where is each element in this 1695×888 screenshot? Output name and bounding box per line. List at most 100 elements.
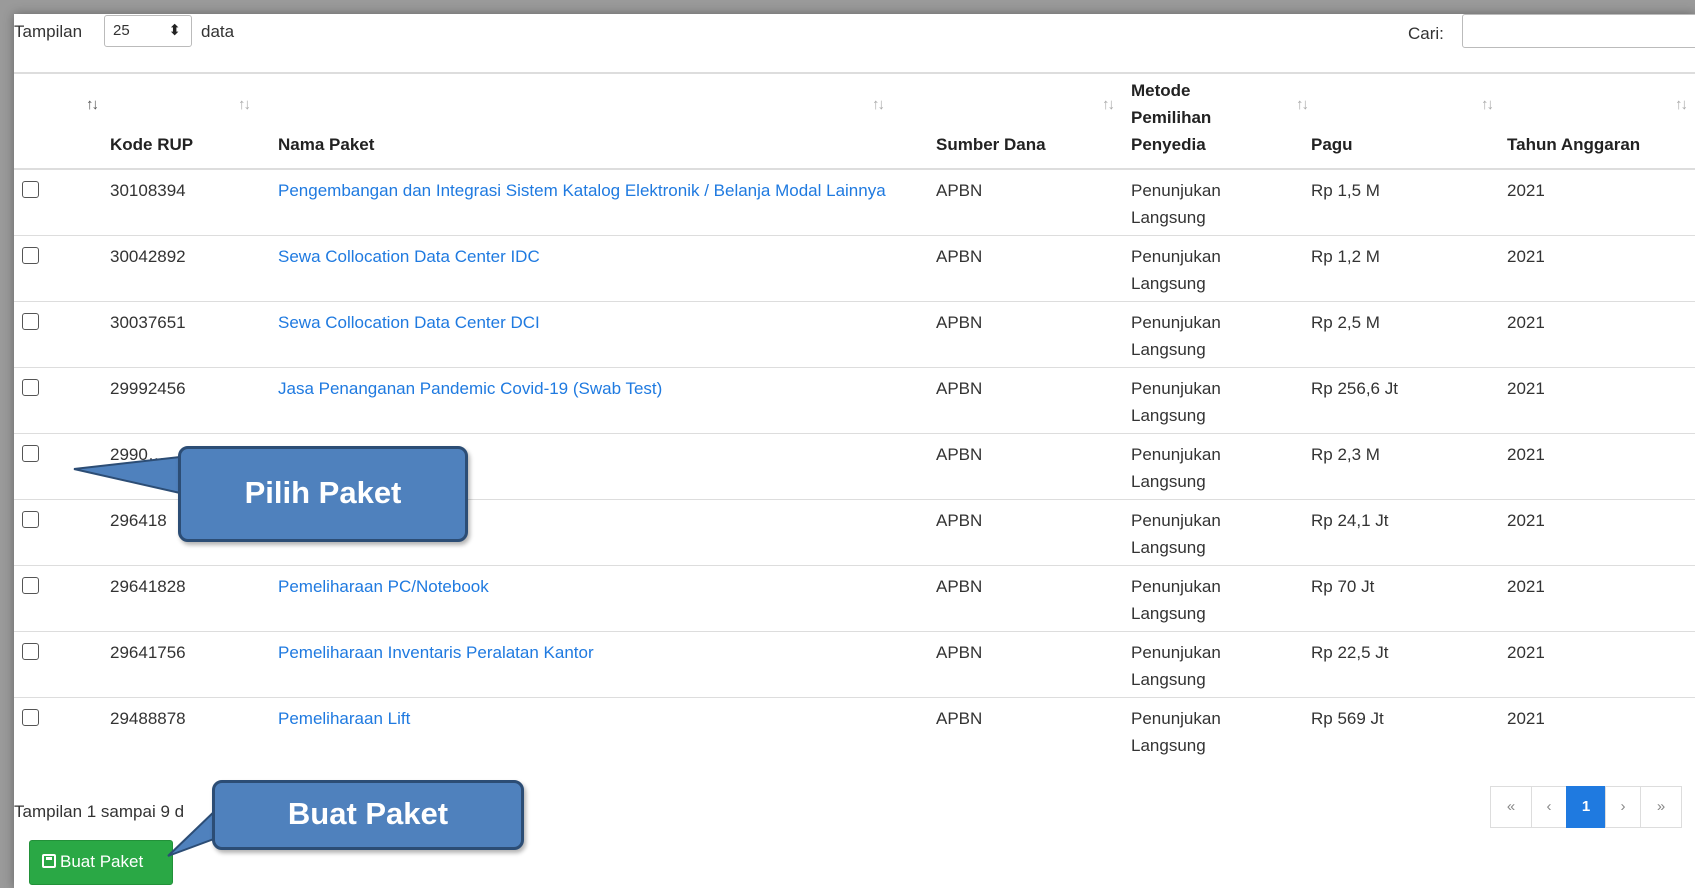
sort-icon: ↑↓ bbox=[238, 96, 251, 113]
metode-cell: Penunjukan Langsung bbox=[1131, 564, 1311, 631]
page-next-button[interactable]: › bbox=[1605, 786, 1641, 828]
column-header-pagu[interactable]: ↑↓ Pagu bbox=[1311, 72, 1507, 170]
page-last-button[interactable]: » bbox=[1640, 786, 1682, 828]
column-label: Sumber Dana bbox=[936, 135, 1046, 154]
table-row: 29488878 Pemeliharaan Lift APBN Penunjuk… bbox=[14, 696, 1695, 763]
metode-cell: Penunjukan Langsung bbox=[1131, 498, 1311, 565]
tahun-cell: 2021 bbox=[1507, 300, 1695, 367]
column-label: Pagu bbox=[1311, 135, 1353, 154]
sumber-cell: APBN bbox=[936, 366, 1131, 433]
pilih-paket-callout: Pilih Paket bbox=[178, 446, 468, 542]
sumber-cell: APBN bbox=[936, 630, 1131, 697]
metode-cell: Penunjukan Langsung bbox=[1131, 696, 1311, 763]
row-checkbox[interactable] bbox=[22, 312, 39, 330]
column-label: Metode Pemilihan Penyedia bbox=[1131, 81, 1212, 154]
table-row: 30037651 Sewa Collocation Data Center DC… bbox=[14, 300, 1695, 367]
sort-icon: ↑↓ bbox=[872, 96, 885, 113]
search-label: Cari: bbox=[1408, 24, 1444, 43]
tahun-cell: 2021 bbox=[1507, 564, 1695, 631]
tahun-cell: 2021 bbox=[1507, 366, 1695, 433]
tahun-cell: 2021 bbox=[1507, 168, 1695, 235]
tahun-cell: 2021 bbox=[1507, 498, 1695, 565]
page-prev-button[interactable]: ‹ bbox=[1531, 786, 1567, 828]
paket-link[interactable]: Jasa Penanganan Pandemic Covid-19 (Swab … bbox=[278, 379, 662, 398]
pagu-cell: Rp 1,2 M bbox=[1311, 234, 1507, 301]
paket-link[interactable]: Pengembangan dan Integrasi Sistem Katalo… bbox=[278, 181, 886, 200]
metode-cell: Penunjukan Langsung bbox=[1131, 366, 1311, 433]
row-checkbox[interactable] bbox=[22, 181, 39, 198]
table-row: 30108394 Pengembangan dan Integrasi Sist… bbox=[14, 168, 1695, 235]
sumber-cell: APBN bbox=[936, 498, 1131, 565]
length-suffix: data bbox=[201, 22, 235, 41]
row-checkbox[interactable] bbox=[22, 510, 39, 528]
select-column-header[interactable]: ↑↓ bbox=[14, 72, 110, 170]
kode-cell: 29488878 bbox=[110, 696, 278, 763]
save-icon bbox=[42, 854, 56, 868]
paket-table: ↑↓ ↑↓ Kode RUP ↑↓ Nama Paket ↑↓ Sumber Dana… bbox=[14, 72, 1695, 763]
sort-icon: ↑↓ bbox=[1296, 96, 1309, 113]
kode-cell: 29992456 bbox=[110, 366, 278, 433]
column-header-sumber[interactable]: ↑↓ Sumber Dana bbox=[936, 72, 1131, 170]
sort-icon: ↑↓ bbox=[1675, 96, 1688, 113]
pagu-cell: Rp 2,5 M bbox=[1311, 300, 1507, 367]
column-label: Kode RUP bbox=[110, 135, 194, 154]
column-header-nama[interactable]: ↑↓ Nama Paket bbox=[278, 72, 936, 170]
paket-link[interactable]: Pemeliharaan Lift bbox=[278, 709, 410, 728]
sumber-cell: APBN bbox=[936, 300, 1131, 367]
pagu-cell: Rp 70 Jt bbox=[1311, 564, 1507, 631]
metode-cell: Penunjukan Langsung bbox=[1131, 300, 1311, 367]
sumber-cell: APBN bbox=[936, 696, 1131, 763]
page-first-button[interactable]: « bbox=[1490, 786, 1532, 828]
paket-link[interactable]: Sewa Collocation Data Center IDC bbox=[278, 247, 540, 266]
column-header-tahun[interactable]: ↑↓ Tahun Anggaran bbox=[1507, 72, 1695, 170]
pagu-cell: Rp 2,3 M bbox=[1311, 432, 1507, 499]
sumber-cell: APBN bbox=[936, 234, 1131, 301]
kode-cell: 29641828 bbox=[110, 564, 278, 631]
pagu-cell: Rp 1,5 M bbox=[1311, 168, 1507, 235]
page-length-value: 25 bbox=[113, 22, 130, 39]
page-length-select[interactable]: 25 ⬍ bbox=[104, 15, 192, 47]
metode-cell: Penunjukan Langsung bbox=[1131, 630, 1311, 697]
sumber-cell: APBN bbox=[936, 168, 1131, 235]
row-checkbox[interactable] bbox=[22, 708, 39, 726]
metode-cell: Penunjukan Langsung bbox=[1131, 168, 1311, 235]
sumber-cell: APBN bbox=[936, 432, 1131, 499]
paket-link[interactable]: Sewa Collocation Data Center DCI bbox=[278, 313, 540, 332]
table-row: 29641828 Pemeliharaan PC/Notebook APBN P… bbox=[14, 564, 1695, 631]
row-checkbox[interactable] bbox=[22, 246, 39, 264]
paket-link[interactable]: Pemeliharaan PC/Notebook bbox=[278, 577, 489, 596]
column-header-kode[interactable]: ↑↓ Kode RUP bbox=[110, 72, 278, 170]
table-header: ↑↓ ↑↓ Kode RUP ↑↓ Nama Paket ↑↓ Sumber Dana… bbox=[14, 72, 1695, 170]
table-row: 29992456 Jasa Penanganan Pandemic Covid-… bbox=[14, 366, 1695, 433]
table-row: 29641756 Pemeliharaan Inventaris Peralat… bbox=[14, 630, 1695, 697]
column-header-metode[interactable]: ↑↓ Metode Pemilihan Penyedia bbox=[1131, 72, 1311, 170]
tahun-cell: 2021 bbox=[1507, 630, 1695, 697]
kode-cell: 30042892 bbox=[110, 234, 278, 301]
row-checkbox[interactable] bbox=[22, 642, 39, 660]
table-row: 30042892 Sewa Collocation Data Center ID… bbox=[14, 234, 1695, 301]
pagu-cell: Rp 569 Jt bbox=[1311, 696, 1507, 763]
sort-icon: ↑↓ bbox=[86, 96, 99, 113]
sort-icon: ↑↓ bbox=[1102, 96, 1115, 113]
metode-cell: Penunjukan Langsung bbox=[1131, 432, 1311, 499]
kode-cell: 30037651 bbox=[110, 300, 278, 367]
pagu-cell: Rp 256,6 Jt bbox=[1311, 366, 1507, 433]
paket-link[interactable]: Pemeliharaan Inventaris Peralatan Kantor bbox=[278, 643, 594, 662]
page-1-button[interactable]: 1 bbox=[1566, 786, 1606, 828]
row-checkbox[interactable] bbox=[22, 378, 39, 396]
table-info: Tampilan 1 sampai 9 d bbox=[14, 802, 185, 821]
kode-cell: 30108394 bbox=[110, 168, 278, 235]
search-input[interactable] bbox=[1462, 14, 1695, 48]
buat-paket-button[interactable]: Buat Paket bbox=[29, 840, 173, 885]
pagination: « ‹ 1 › » bbox=[1490, 786, 1682, 828]
metode-cell: Penunjukan Langsung bbox=[1131, 234, 1311, 301]
pagu-cell: Rp 22,5 Jt bbox=[1311, 630, 1507, 697]
tahun-cell: 2021 bbox=[1507, 432, 1695, 499]
row-checkbox[interactable] bbox=[22, 444, 39, 462]
sort-icon: ↑↓ bbox=[1481, 96, 1494, 113]
tahun-cell: 2021 bbox=[1507, 234, 1695, 301]
pagu-cell: Rp 24,1 Jt bbox=[1311, 498, 1507, 565]
length-label: Tampilan bbox=[14, 22, 83, 41]
row-checkbox[interactable] bbox=[22, 576, 39, 594]
tahun-cell: 2021 bbox=[1507, 696, 1695, 763]
